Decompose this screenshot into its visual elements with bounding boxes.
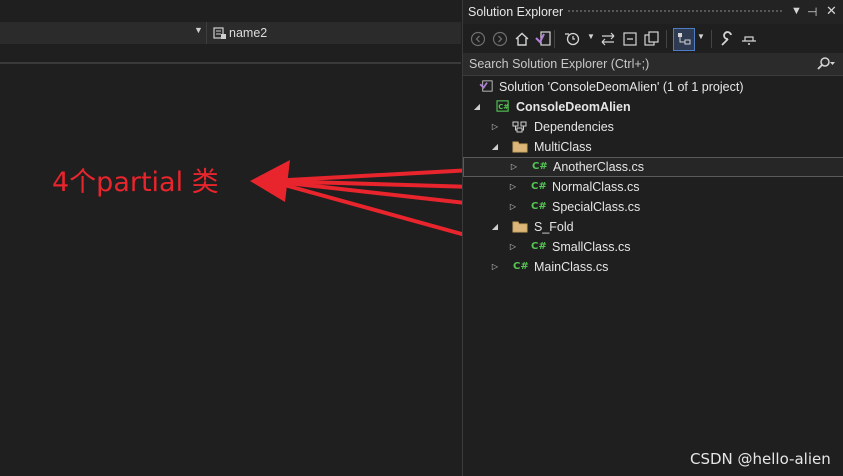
csharp-file-icon: C# (531, 201, 547, 212)
folder-icon (512, 141, 528, 153)
pin-window-icon[interactable] (740, 30, 758, 48)
tree-item-specialclass[interactable]: ▷ C# SpecialClass.cs (463, 197, 842, 217)
close-icon[interactable]: ✕ (826, 3, 837, 19)
dependencies-icon (512, 121, 527, 133)
tree-item-folder-multiclass[interactable]: ◢ MultiClass (463, 137, 842, 157)
tree-item-normalclass[interactable]: ▷ C# NormalClass.cs (463, 177, 842, 197)
chevron-down-icon[interactable]: ▼ (587, 32, 595, 41)
collapsed-arrow-icon[interactable]: ▷ (508, 197, 518, 217)
solution-search-box (463, 53, 843, 76)
expanded-arrow-icon[interactable]: ◢ (490, 217, 500, 237)
collapsed-arrow-icon[interactable]: ▷ (508, 237, 518, 257)
collapsed-arrow-icon[interactable]: ▷ (508, 177, 518, 197)
drag-grip[interactable] (567, 9, 783, 14)
tree-item-anotherclass[interactable]: ▷ C# AnotherClass.cs (463, 157, 843, 177)
tree-item-label: Dependencies (534, 120, 614, 134)
tree-item-folder-s-fold[interactable]: ◢ S_Fold (463, 217, 842, 237)
back-icon[interactable] (469, 30, 487, 48)
tree-item-dependencies[interactable]: ▷ Dependencies (463, 117, 842, 137)
preview-selected-button[interactable] (673, 28, 695, 51)
tree-item-label: MultiClass (534, 140, 592, 154)
collapse-all-icon[interactable] (621, 30, 639, 48)
watermark: CSDN @hello-alien (690, 450, 831, 468)
csharp-file-icon: C# (531, 241, 547, 252)
collapsed-arrow-icon[interactable]: ▷ (490, 117, 500, 137)
tree-item-label: AnotherClass.cs (553, 160, 645, 174)
arrowhead (250, 160, 290, 202)
expanded-arrow-icon[interactable]: ◢ (490, 137, 500, 157)
collapsed-arrow-icon[interactable]: ▷ (490, 257, 500, 277)
tree-item-label: ConsoleDeomAlien (516, 100, 631, 114)
search-input[interactable] (467, 55, 811, 73)
csharp-project-icon: C# (496, 100, 509, 112)
folder-icon (512, 221, 528, 233)
forward-icon[interactable] (491, 30, 509, 48)
expanded-arrow-icon[interactable]: ◢ (472, 97, 482, 117)
tree-item-solution[interactable]: Solution 'ConsoleDeomAlien' (1 of 1 proj… (463, 77, 842, 97)
explorer-toolbar: ▼ ▼ (463, 26, 843, 52)
sync-icon[interactable] (599, 30, 617, 48)
csharp-file-icon: C# (531, 181, 547, 192)
preview-icon (678, 33, 691, 45)
properties-wrench-icon[interactable] (718, 30, 736, 48)
tree-item-label: Solution 'ConsoleDeomAlien' (1 of 1 proj… (499, 80, 744, 94)
tree-item-label: MainClass.cs (534, 260, 609, 274)
search-icon[interactable] (815, 56, 837, 72)
show-all-files-icon[interactable] (643, 30, 661, 48)
tree-item-label: SmallClass.cs (552, 240, 631, 254)
switch-views-icon[interactable] (534, 30, 552, 48)
pin-icon[interactable]: ⊣ (807, 5, 817, 19)
svg-text:C#: C# (498, 103, 509, 111)
window-position-icon[interactable]: ▼ (791, 5, 802, 17)
solution-explorer-panel: Solution Explorer ▼ ⊣ ✕ ▼ ▼ Search Solut… (462, 0, 843, 476)
panel-title-bar: Solution Explorer ▼ ⊣ ✕ (463, 0, 843, 24)
tree-item-label: NormalClass.cs (552, 180, 640, 194)
tree-item-smallclass[interactable]: ▷ C# SmallClass.cs (463, 237, 842, 257)
pending-changes-icon[interactable] (563, 30, 581, 48)
solution-icon (479, 80, 493, 92)
chevron-down-icon[interactable]: ▼ (697, 32, 705, 41)
panel-title: Solution Explorer (468, 5, 564, 19)
tree-item-label: SpecialClass.cs (552, 200, 641, 214)
tree-item-project[interactable]: ◢ C# ConsoleDeomAlien (463, 97, 842, 117)
csharp-file-icon: C# (532, 161, 548, 172)
tree-item-label: S_Fold (534, 220, 574, 234)
collapsed-arrow-icon[interactable]: ▷ (509, 158, 519, 176)
home-icon[interactable] (513, 30, 531, 48)
tree-item-mainclass[interactable]: ▷ C# MainClass.cs (463, 257, 842, 277)
csharp-file-icon: C# (513, 261, 529, 272)
